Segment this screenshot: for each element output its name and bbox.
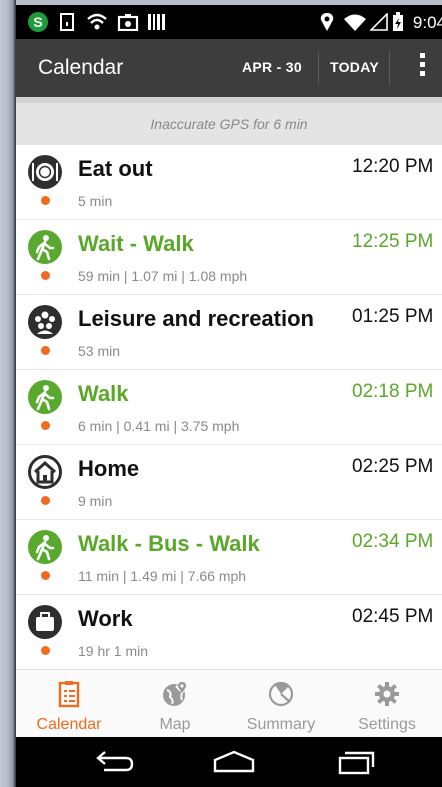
tab-label: Map: [159, 716, 191, 733]
system-navigation-bar: [16, 737, 442, 787]
wifi-icon: [343, 12, 367, 32]
timeline-row[interactable]: Home 02:25 PM 9 min: [16, 445, 442, 520]
timeline-list: Eat out 12:20 PM 5 min Wait - Walk 12:25…: [16, 145, 442, 670]
timeline-row[interactable]: Eat out 12:20 PM 5 min: [16, 145, 442, 220]
gps-warning-banner: Inaccurate GPS for 6 min: [16, 97, 442, 145]
bottom-navigation: Calendar Map Summary Settings: [16, 669, 442, 737]
activity-time: 02:18 PM: [352, 381, 434, 402]
restaurant-icon: [28, 155, 62, 189]
activity-detail: 9 min: [78, 493, 113, 509]
tab-summary[interactable]: Summary: [228, 670, 334, 738]
tab-settings[interactable]: Settings: [334, 670, 440, 738]
activity-detail: 11 min | 1.49 mi | 7.66 mph: [78, 568, 247, 584]
timeline-dot: [41, 196, 50, 205]
barcode-icon: [147, 12, 167, 32]
back-icon[interactable]: [90, 749, 138, 775]
activity-time: 02:34 PM: [352, 531, 434, 552]
today-button[interactable]: TODAY: [330, 59, 379, 75]
timeline-dot: [41, 271, 50, 280]
tab-label: Settings: [358, 716, 416, 733]
activity-detail: 5 min: [78, 193, 113, 209]
activity-name: Leisure and recreation: [78, 306, 314, 331]
timeline-row[interactable]: Walk 02:18 PM 6 min | 0.41 mi | 3.75 mph: [16, 370, 442, 445]
signal-icon: [370, 12, 388, 32]
status-time: 9:04: [412, 13, 442, 32]
activity-time: 12:25 PM: [352, 231, 434, 252]
phone-screen: S 9:04 Calendar APR - 30 TODAY Inaccurat…: [16, 5, 442, 787]
location-pin-icon: [320, 12, 334, 32]
date-button[interactable]: APR - 30: [242, 59, 302, 75]
recents-icon[interactable]: [332, 749, 380, 775]
activity-time: 01:25 PM: [352, 306, 434, 327]
activity-detail: 59 min | 1.07 mi | 1.08 mph: [78, 268, 248, 284]
activity-detail: 53 min: [78, 343, 121, 359]
status-bar: S 9:04: [16, 5, 442, 39]
activity-time: 12:20 PM: [352, 156, 434, 177]
walk-icon: [28, 380, 62, 414]
activity-detail: 19 hr 1 min: [78, 643, 149, 659]
activity-detail: 6 min | 0.41 mi | 3.75 mph: [78, 418, 240, 434]
tab-label: Calendar: [36, 716, 102, 733]
timeline-dot: [41, 646, 50, 655]
activity-name: Walk: [78, 381, 129, 406]
gps-warning-text: Inaccurate GPS for 6 min: [150, 116, 308, 132]
divider: [389, 51, 390, 85]
activity-name: Work: [78, 606, 133, 631]
activity-time: 02:45 PM: [352, 606, 434, 627]
walk-icon: [28, 230, 62, 264]
download-icon: [58, 12, 76, 32]
timeline-dot: [41, 571, 50, 580]
timeline-row[interactable]: Work 02:45 PM 19 hr 1 min: [16, 595, 442, 670]
timeline-dot: [41, 496, 50, 505]
activity-name: Walk - Bus - Walk: [78, 531, 260, 556]
activity-name: Wait - Walk: [78, 231, 194, 256]
walk-icon: [28, 530, 62, 564]
home-icon: [28, 455, 62, 489]
overflow-menu-icon[interactable]: [415, 53, 429, 83]
s-badge-icon: S: [28, 12, 48, 32]
group-icon: [28, 305, 62, 339]
activity-time: 02:25 PM: [352, 456, 434, 477]
timeline-row[interactable]: Walk - Bus - Walk 02:34 PM 11 min | 1.49…: [16, 520, 442, 595]
page-title: Calendar: [38, 56, 124, 79]
battery-icon: [392, 12, 404, 32]
tab-label: Summary: [246, 716, 316, 733]
map-globe-icon: [160, 680, 190, 708]
gear-icon: [372, 680, 402, 708]
tab-calendar[interactable]: Calendar: [16, 670, 122, 738]
timeline-row[interactable]: Leisure and recreation 01:25 PM 53 min: [16, 295, 442, 370]
photo-icon: [117, 12, 139, 32]
timeline-row[interactable]: Wait - Walk 12:25 PM 59 min | 1.07 mi | …: [16, 220, 442, 295]
home-nav-icon[interactable]: [210, 749, 258, 775]
window-frame-left: [0, 0, 16, 787]
briefcase-icon: [28, 605, 62, 639]
timeline-dot: [41, 346, 50, 355]
divider: [318, 51, 319, 85]
tab-map[interactable]: Map: [122, 670, 228, 738]
timeline-dot: [41, 421, 50, 430]
calendar-icon: [54, 680, 84, 708]
wifi-alt-icon: [86, 12, 108, 32]
activity-name: Eat out: [78, 156, 153, 181]
app-bar: Calendar APR - 30 TODAY: [16, 39, 442, 97]
activity-name: Home: [78, 456, 140, 481]
summary-icon: [266, 680, 296, 708]
